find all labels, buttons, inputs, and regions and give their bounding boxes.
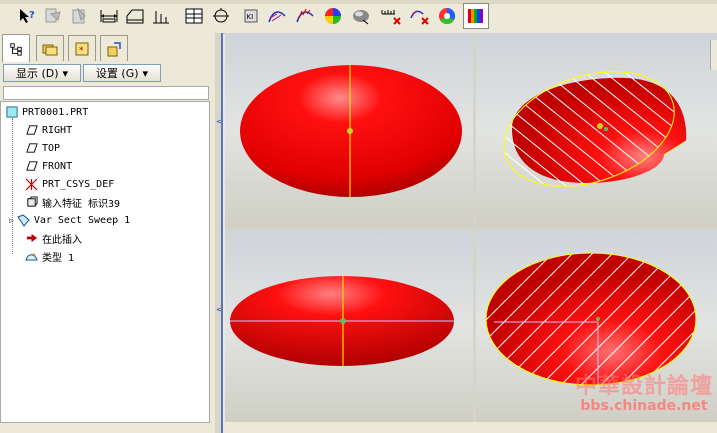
- curve-delete-icon[interactable]: [408, 5, 430, 27]
- watermark: 中華設計論壇 bbs.chinade.net: [575, 374, 713, 414]
- ellipsoid-section-view-1: [488, 51, 690, 207]
- connections-icon: [107, 41, 121, 56]
- chamfer-dimension-icon[interactable]: [124, 5, 146, 27]
- paste-dimension-icon[interactable]: [68, 5, 90, 27]
- ellipsoid-front-view: [240, 65, 462, 197]
- sweep-icon: [17, 213, 30, 227]
- csys-icon: [25, 178, 38, 191]
- tree-item-label: PRT0001.PRT: [22, 106, 89, 118]
- svg-text:KI: KI: [247, 13, 254, 21]
- chevron-down-icon: ▾: [142, 66, 149, 80]
- tree-item-label: 类型 1: [42, 252, 75, 264]
- tree-item-sweep[interactable]: ▷ Var Sect Sweep 1: [9, 212, 130, 228]
- tree-item-label: RIGHT: [42, 124, 73, 136]
- copy-dimension-icon[interactable]: [42, 5, 64, 27]
- svg-text:*: *: [32, 252, 36, 261]
- tree-item-label: 在此插入: [42, 234, 82, 246]
- scroll-handle[interactable]: [710, 40, 717, 70]
- shade-sphere-icon[interactable]: [350, 5, 372, 27]
- viewport-border-left: [221, 33, 223, 433]
- tree-item-front[interactable]: FRONT: [25, 158, 72, 174]
- main-toolbar: ? KI: [0, 0, 717, 34]
- settings-dropdown-label: 设置 (G): [95, 67, 139, 80]
- model-tree-icon: [10, 42, 22, 56]
- display-dropdown-label: 显示 (D): [15, 67, 59, 80]
- navigator-panel: * 显示 (D) ▾ 设置 (G) ▾ PRT0001.PRT RIGHT TO…: [0, 33, 215, 433]
- tree-item-import-feature[interactable]: 输入特征 标识39: [25, 194, 120, 210]
- viewport-bottom-right[interactable]: 中華設計論壇 bbs.chinade.net: [476, 230, 717, 422]
- svg-text:*: *: [79, 46, 84, 56]
- color-sphere-icon[interactable]: [322, 5, 344, 27]
- tree-connector: [12, 118, 13, 254]
- linear-dimension-icon[interactable]: [98, 5, 120, 27]
- favorites-icon: *: [75, 42, 89, 56]
- tree-item-top[interactable]: TOP: [25, 140, 60, 156]
- color-bars-icon[interactable]: [463, 3, 489, 29]
- curve-analysis-icon[interactable]: [266, 5, 288, 27]
- angle-dimension-icon[interactable]: [210, 5, 232, 27]
- tree-item-label: FRONT: [42, 160, 73, 172]
- folder-icon: [42, 44, 58, 55]
- tab-connections[interactable]: [100, 35, 128, 61]
- datum-plane-icon: [25, 160, 38, 173]
- viewport-top-right[interactable]: [476, 33, 717, 227]
- panel-dropdowns: 显示 (D) ▾ 设置 (G) ▾: [3, 64, 209, 84]
- tab-favorites[interactable]: *: [68, 35, 96, 61]
- model-tree: PRT0001.PRT RIGHT TOP FRONT PRT_CSYS_DEF…: [0, 101, 210, 423]
- type-icon: *: [25, 250, 38, 263]
- tab-folder-browser[interactable]: [36, 35, 64, 61]
- status-strip: [225, 422, 717, 433]
- curvature-icon[interactable]: [294, 5, 316, 27]
- datum-plane-icon: [25, 142, 38, 155]
- color-wheel-icon[interactable]: [436, 5, 458, 27]
- svg-text:?: ?: [29, 10, 35, 21]
- tree-item-label: 输入特征 标识39: [42, 198, 121, 210]
- tree-item-right[interactable]: RIGHT: [25, 122, 72, 138]
- watermark-title: 中華設計論壇: [574, 373, 713, 399]
- tree-filter-bar[interactable]: [3, 86, 209, 100]
- dimension-delete-icon[interactable]: [380, 5, 402, 27]
- tree-item-insert-here[interactable]: 在此插入: [25, 230, 82, 246]
- tree-item-root[interactable]: PRT0001.PRT: [5, 104, 88, 120]
- import-feature-icon: [25, 196, 38, 209]
- watermark-url: bbs.chinade.net: [580, 398, 708, 414]
- toolbar-top-strip: [0, 0, 717, 4]
- table-icon[interactable]: [183, 5, 205, 27]
- tree-item-label: PRT_CSYS_DEF: [42, 178, 115, 190]
- tree-item-csys[interactable]: PRT_CSYS_DEF: [25, 176, 114, 192]
- chevron-down-icon: ▾: [62, 66, 69, 80]
- datum-plane-icon: [25, 124, 38, 137]
- expand-arrow-icon[interactable]: ▷: [9, 216, 14, 225]
- ellipsoid-side-view: [230, 276, 455, 366]
- tab-model-tree[interactable]: [2, 34, 30, 62]
- ki-tool-icon[interactable]: KI: [240, 5, 262, 27]
- insert-here-icon: [25, 232, 38, 245]
- viewport-top-left[interactable]: [225, 33, 473, 227]
- context-help-icon[interactable]: ?: [16, 5, 38, 27]
- tree-item-label: Var Sect Sweep 1: [33, 214, 131, 226]
- navigator-tabs: *: [0, 33, 215, 62]
- ordinate-dimension-icon[interactable]: [150, 5, 172, 27]
- viewport-bottom-left[interactable]: [225, 230, 473, 422]
- tree-item-label: TOP: [42, 142, 61, 154]
- tree-item-type[interactable]: * 类型 1: [25, 248, 74, 264]
- part-icon: [5, 106, 18, 119]
- display-dropdown[interactable]: 显示 (D) ▾: [3, 64, 81, 82]
- settings-dropdown[interactable]: 设置 (G) ▾: [83, 64, 161, 82]
